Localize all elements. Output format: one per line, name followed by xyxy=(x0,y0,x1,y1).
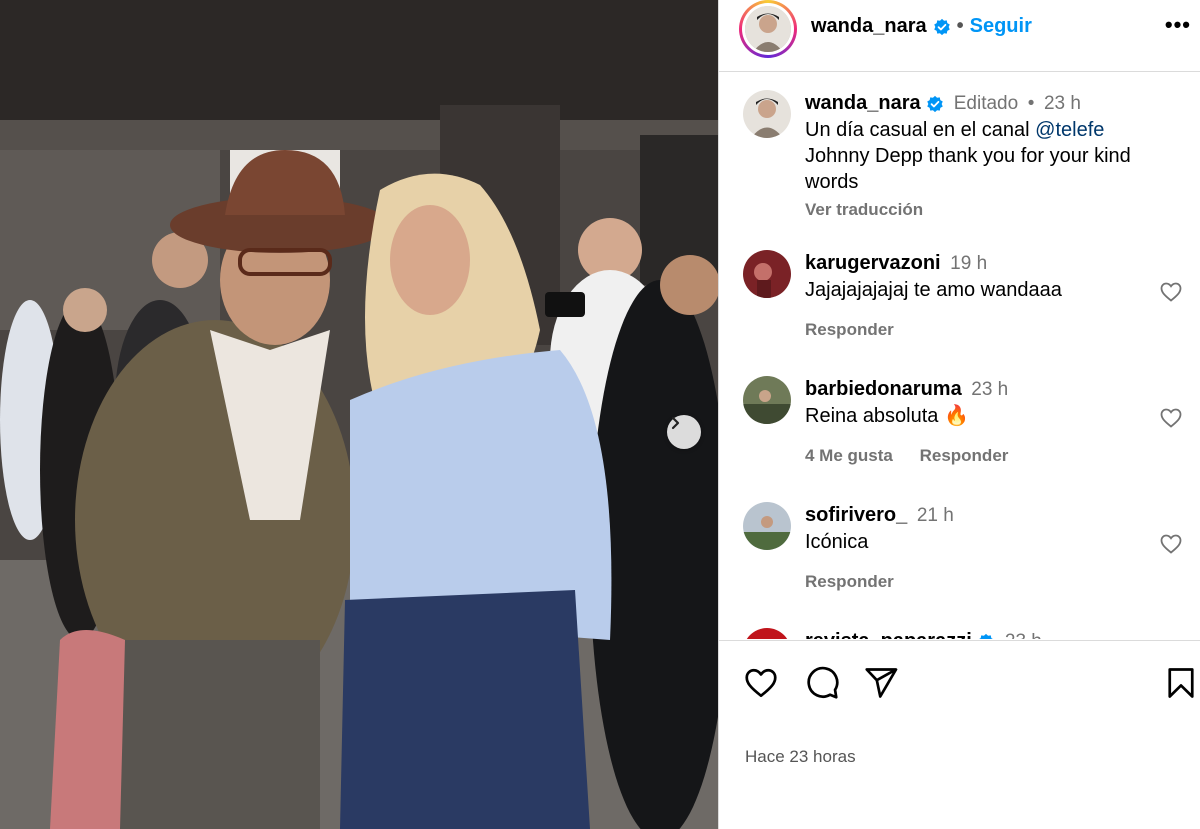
comment-avatar-image xyxy=(743,502,791,550)
avatar[interactable] xyxy=(743,90,791,138)
comment-text: Reina absoluta 🔥 xyxy=(805,405,969,427)
caption-text-line1: Un día casual en el canal xyxy=(805,119,1036,141)
reply-button[interactable]: Responder xyxy=(805,572,894,591)
post-photo xyxy=(0,0,718,829)
header-username-row: wanda_nara • Seguir xyxy=(811,15,1032,38)
comment-time: 23 h xyxy=(971,379,1009,400)
more-options-icon[interactable]: ••• xyxy=(1165,12,1191,38)
follow-button[interactable]: Seguir xyxy=(970,15,1032,38)
bookmark-icon[interactable] xyxy=(1163,665,1199,701)
comment-icon[interactable] xyxy=(804,665,840,701)
comment-avatar-image xyxy=(743,376,791,424)
avatar-image xyxy=(745,6,791,52)
avatar[interactable] xyxy=(743,502,791,550)
caption-time[interactable]: 23 h xyxy=(1044,93,1081,114)
see-translation-link[interactable]: Ver traducción xyxy=(805,197,1165,223)
post-side-panel: wanda_nara • Seguir ••• wanda_nara Edita… xyxy=(718,0,1200,829)
header-separator: • xyxy=(956,15,964,37)
verified-badge-icon xyxy=(927,95,943,112)
caption-mention-link[interactable]: @telefe xyxy=(1035,119,1104,141)
comment-username[interactable]: sofirivero_ xyxy=(805,504,907,526)
comment-time: 19 h xyxy=(950,253,988,274)
comment-time: 23 h xyxy=(1005,631,1042,639)
caption-avatar-image xyxy=(743,90,791,138)
photo-illustration xyxy=(0,0,718,829)
comment-text: Icónica xyxy=(805,531,869,553)
heart-icon[interactable] xyxy=(1159,532,1183,556)
comment-actions: Responder xyxy=(805,317,1145,343)
caption-separator: • xyxy=(1027,93,1035,114)
avatar[interactable] xyxy=(743,376,791,424)
caption-edited-label: Editado xyxy=(953,93,1019,114)
comment-username[interactable]: karugervazoni xyxy=(805,252,941,274)
comment-text: Jajajajajajaj te amo wandaaa xyxy=(805,279,1062,301)
author-avatar[interactable] xyxy=(739,0,797,58)
like-count[interactable]: 4 Me gusta xyxy=(805,446,893,465)
post-actions-bar: Hace 23 horas xyxy=(719,640,1200,829)
comment-avatar-image xyxy=(743,250,791,298)
comments-list[interactable]: wanda_nara Editado • 23 h Un día casual … xyxy=(719,73,1200,639)
post-timestamp[interactable]: Hace 23 horas xyxy=(745,747,856,767)
caption-text: Un día casual en el canal @telefe xyxy=(805,117,1165,143)
post-header: wanda_nara • Seguir ••• xyxy=(719,0,1200,72)
comment-time: 21 h xyxy=(916,505,954,526)
caption-text-line2: Johnny Depp thank you for your kind word… xyxy=(805,145,1131,193)
share-icon[interactable] xyxy=(863,665,899,701)
verified-badge-icon xyxy=(933,18,950,35)
comment-username[interactable]: revista_paparazzi xyxy=(805,630,972,639)
reply-button[interactable]: Responder xyxy=(805,320,894,339)
reply-button[interactable]: Responder xyxy=(920,446,1009,465)
heart-icon[interactable] xyxy=(1159,280,1183,304)
comment-actions: Responder xyxy=(805,569,1145,595)
comment-actions: 4 Me gusta Responder xyxy=(805,443,1145,469)
comment-username[interactable]: barbiedonaruma xyxy=(805,378,962,400)
verified-badge-icon xyxy=(978,633,994,639)
chevron-right-icon xyxy=(671,416,680,430)
header-username[interactable]: wanda_nara xyxy=(811,15,927,38)
avatar[interactable] xyxy=(743,250,791,298)
heart-icon[interactable] xyxy=(1159,406,1183,430)
avatar[interactable] xyxy=(743,628,791,639)
heart-icon[interactable] xyxy=(743,665,779,701)
next-photo-button[interactable] xyxy=(667,415,701,449)
caption-username[interactable]: wanda_nara xyxy=(805,92,921,114)
